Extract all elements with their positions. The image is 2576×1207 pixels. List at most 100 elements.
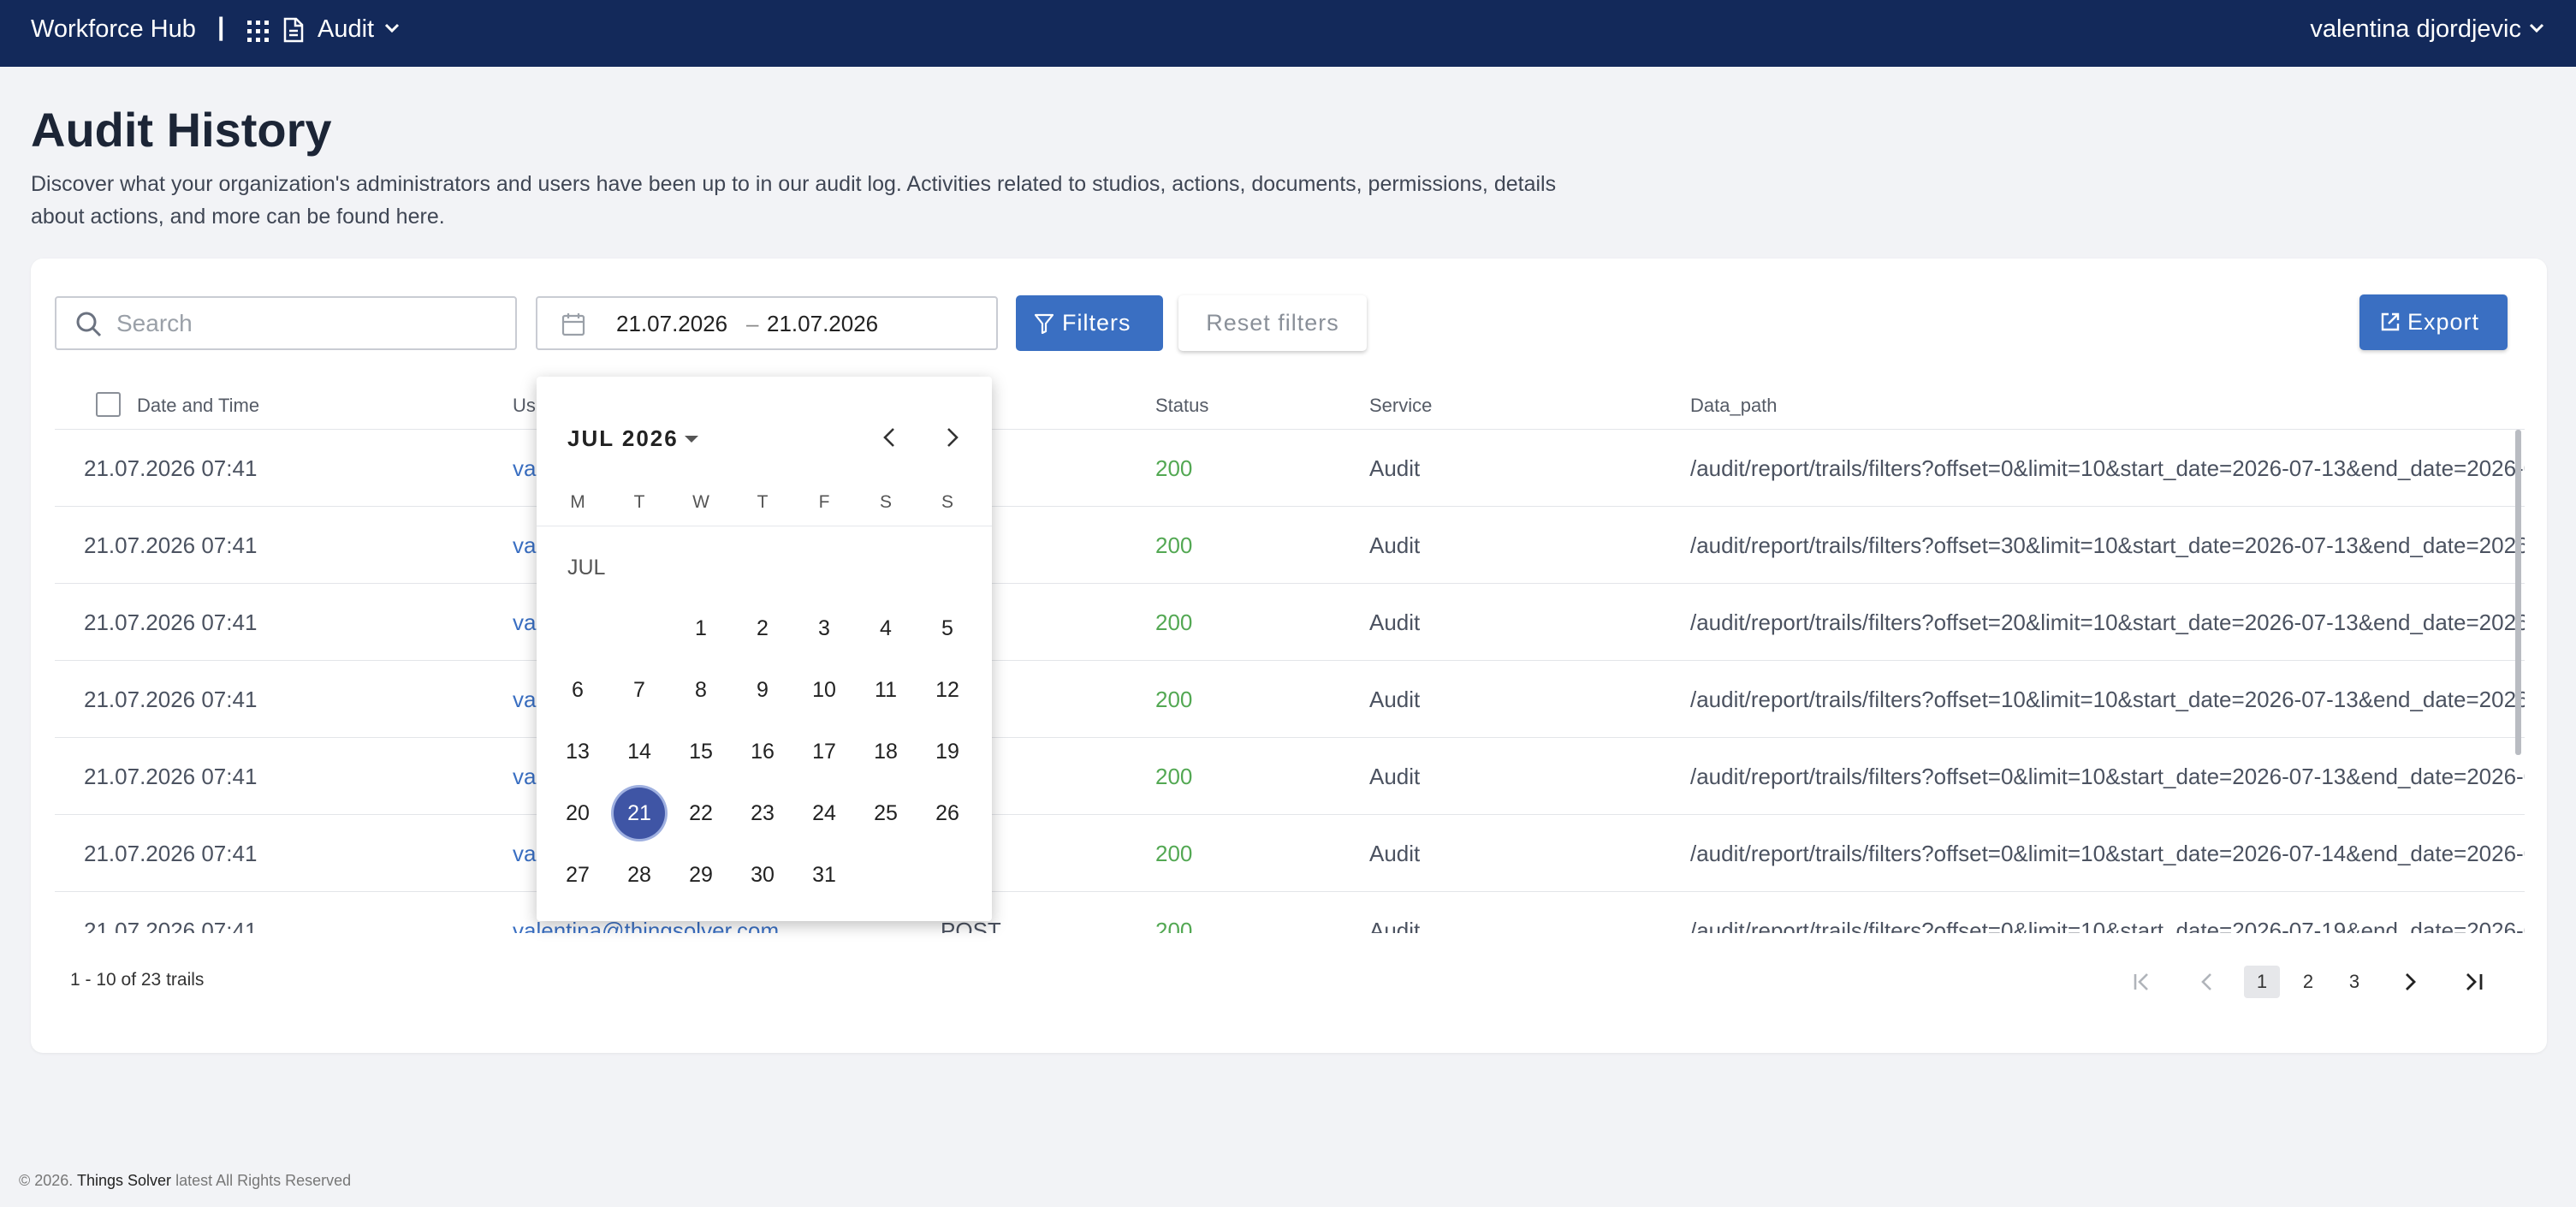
calendar-day[interactable]: 25 xyxy=(860,788,911,839)
column-header-user[interactable]: Us xyxy=(513,394,536,418)
calendar-day[interactable]: 6 xyxy=(552,664,603,716)
calendar-day[interactable]: 23 xyxy=(737,788,788,839)
cell-date: 21.07.2026 07:41 xyxy=(84,918,258,933)
calendar-icon xyxy=(561,313,585,336)
table-row[interactable]: 21.07.2026 07:41 valentina@thingsolver.c… xyxy=(55,892,2525,933)
page-title: Audit History xyxy=(31,103,332,157)
table-row[interactable]: 21.07.2026 07:41 va T 200 Audit /audit/r… xyxy=(55,584,2525,661)
caret-down-icon[interactable] xyxy=(684,435,699,443)
cell-status: 200 xyxy=(1155,609,1193,635)
calendar-day[interactable]: 11 xyxy=(860,664,911,716)
calendar-day[interactable]: 28 xyxy=(614,849,665,901)
calendar-day[interactable]: 24 xyxy=(798,788,850,839)
weekday-label: T xyxy=(757,492,769,512)
date-range-end[interactable]: 21.07.2026 xyxy=(767,310,878,337)
column-header-status[interactable]: Status xyxy=(1155,394,1208,418)
app-switcher-label[interactable]: Audit xyxy=(318,14,374,45)
calendar-day[interactable]: 30 xyxy=(737,849,788,901)
calendar-day[interactable]: 10 xyxy=(798,664,850,716)
calendar-day[interactable]: 29 xyxy=(675,849,727,901)
apps-grid-icon[interactable] xyxy=(246,20,270,44)
calendar-day[interactable]: 8 xyxy=(675,664,727,716)
calendar-day[interactable]: 4 xyxy=(860,603,911,654)
calendar-day[interactable]: 13 xyxy=(552,726,603,777)
brand-name[interactable]: Workforce Hub xyxy=(31,14,196,45)
table-header: Date and Time Us Status Service Data_pat… xyxy=(55,382,2525,430)
cell-service: Audit xyxy=(1369,455,1421,481)
filters-button-label: Filters xyxy=(1062,310,1131,336)
reset-filters-button[interactable]: Reset filters xyxy=(1178,295,1367,351)
next-month-icon[interactable] xyxy=(939,425,965,450)
pagination-summary: 1 - 10 of 23 trails xyxy=(70,970,205,990)
calendar-day[interactable]: 27 xyxy=(552,849,603,901)
page-number-3[interactable]: 3 xyxy=(2336,966,2372,998)
chevron-down-icon[interactable] xyxy=(2528,22,2545,34)
select-all-checkbox[interactable] xyxy=(96,392,121,417)
previous-month-icon[interactable] xyxy=(877,425,903,450)
table-row[interactable]: 21.07.2026 07:41 va T 200 Audit /audit/r… xyxy=(55,661,2525,738)
table-row[interactable]: 21.07.2026 07:41 va T 200 Audit /audit/r… xyxy=(55,430,2525,507)
user-menu[interactable]: valentina djordjevic xyxy=(2310,14,2521,45)
calendar-month-subheading: JUL xyxy=(567,556,606,580)
weekday-label: M xyxy=(570,492,585,512)
calendar-day[interactable]: 9 xyxy=(737,664,788,716)
page-number-1[interactable]: 1 xyxy=(2244,966,2280,998)
column-header-service[interactable]: Service xyxy=(1369,394,1432,418)
calendar-day[interactable]: 19 xyxy=(922,726,973,777)
column-header-data-path[interactable]: Data_path xyxy=(1690,394,1778,418)
cell-date: 21.07.2026 07:41 xyxy=(84,687,258,712)
next-page-icon[interactable] xyxy=(2397,969,2423,995)
first-page-icon[interactable] xyxy=(2129,969,2155,995)
previous-page-icon[interactable] xyxy=(2194,969,2220,995)
cell-status: 200 xyxy=(1155,841,1193,866)
page-number-2[interactable]: 2 xyxy=(2290,966,2326,998)
cell-user[interactable]: va xyxy=(513,686,536,713)
calendar-day[interactable]: 22 xyxy=(675,788,727,839)
chevron-down-icon[interactable] xyxy=(383,22,401,34)
calendar-day[interactable]: 18 xyxy=(860,726,911,777)
footer: © 2026. Things Solver latest All Rights … xyxy=(19,1171,351,1190)
calendar-day[interactable]: 3 xyxy=(798,603,850,654)
export-button[interactable]: Export xyxy=(2359,294,2508,350)
search-input[interactable] xyxy=(116,305,493,342)
calendar-day[interactable]: 26 xyxy=(922,788,973,839)
cell-data-path: /audit/report/trails/filters?offset=0&li… xyxy=(1690,841,2525,866)
calendar-month-selector[interactable]: JUL 2026 xyxy=(567,425,679,452)
calendar-day[interactable]: 5 xyxy=(922,603,973,654)
calendar-day[interactable]: 1 xyxy=(675,603,727,654)
calendar-day[interactable]: 16 xyxy=(737,726,788,777)
calendar-day[interactable]: 2 xyxy=(737,603,788,654)
calendar-day-selected[interactable]: 21 xyxy=(614,788,665,839)
calendar-day[interactable]: 12 xyxy=(922,664,973,716)
cell-date: 21.07.2026 07:41 xyxy=(84,532,258,558)
cell-user[interactable]: va xyxy=(513,532,536,559)
calendar-day[interactable]: 31 xyxy=(798,849,850,901)
search-field[interactable] xyxy=(55,296,517,350)
date-range-start[interactable]: 21.07.2026 xyxy=(616,310,727,337)
cell-user[interactable]: va xyxy=(513,840,536,867)
cell-service: Audit xyxy=(1369,918,1421,933)
table-row[interactable]: 21.07.2026 07:41 va T 200 Audit /audit/r… xyxy=(55,507,2525,584)
cell-user[interactable]: va xyxy=(513,609,536,636)
date-range-separator: – xyxy=(746,311,759,336)
external-link-icon xyxy=(2381,312,2400,331)
date-range-picker[interactable]: 21.07.2026 – 21.07.2026 xyxy=(536,296,998,350)
table-row[interactable]: 21.07.2026 07:41 va T 200 Audit /audit/r… xyxy=(55,815,2525,892)
cell-service: Audit xyxy=(1369,841,1421,866)
table-scrollbar[interactable] xyxy=(2515,430,2521,755)
brand-separator: | xyxy=(217,13,225,41)
calendar-day[interactable]: 7 xyxy=(614,664,665,716)
cell-user[interactable]: va xyxy=(513,455,536,482)
column-header-date[interactable]: Date and Time xyxy=(137,394,259,418)
footer-company: Things Solver xyxy=(77,1172,172,1189)
calendar-day[interactable]: 20 xyxy=(552,788,603,839)
date-picker-popup: JUL 2026 M T W T F S S JUL 1 2 3 4 5 6 7 8 9 10 11… xyxy=(537,377,992,921)
calendar-day[interactable]: 15 xyxy=(675,726,727,777)
calendar-day[interactable]: 14 xyxy=(614,726,665,777)
calendar-day[interactable]: 17 xyxy=(798,726,850,777)
last-page-icon[interactable] xyxy=(2461,969,2487,995)
filters-button[interactable]: Filters xyxy=(1016,295,1163,351)
table-row[interactable]: 21.07.2026 07:41 va T 200 Audit /audit/r… xyxy=(55,738,2525,815)
cell-data-path: /audit/report/trails/filters?offset=0&li… xyxy=(1690,918,2525,933)
cell-user[interactable]: va xyxy=(513,763,536,790)
